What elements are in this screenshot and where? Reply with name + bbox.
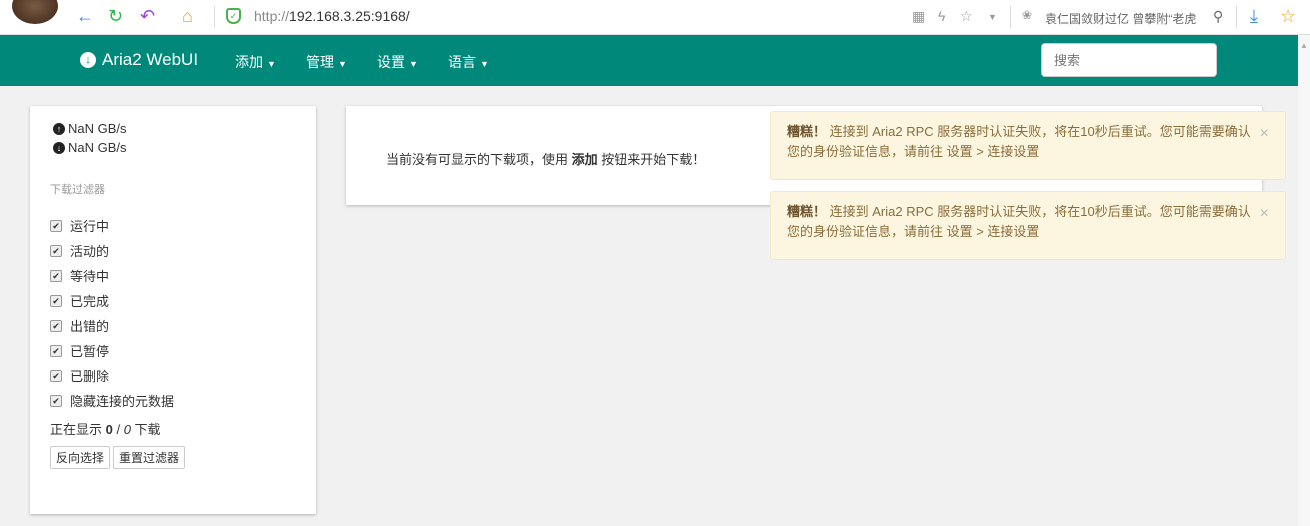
menu-settings[interactable]: 设置 ▼ bbox=[377, 52, 418, 72]
divider bbox=[214, 6, 215, 28]
close-icon[interactable]: × bbox=[1260, 204, 1269, 224]
filter-list: ✔ 运行中 ✔ 活动的 ✔ 等待中 ✔ 已完成 ✔ 出错的 ✔ 已暂停 ✔ 已删除 ✔ 隐藏连接… bbox=[50, 213, 296, 413]
menu-language[interactable]: 语言 ▼ bbox=[448, 52, 489, 72]
address-bar[interactable]: http://192.168.3.25:9168/ bbox=[254, 8, 410, 24]
filter-waiting[interactable]: ✔ 等待中 bbox=[50, 263, 296, 288]
filter-error[interactable]: ✔ 出错的 bbox=[50, 313, 296, 338]
checkbox-checked-icon[interactable]: ✔ bbox=[50, 394, 62, 407]
search-icon[interactable]: ⚲ bbox=[1213, 8, 1223, 25]
reload-icon[interactable]: ↻ bbox=[108, 6, 123, 26]
download-icon[interactable]: ⤓ bbox=[1250, 6, 1258, 26]
checkbox-checked-icon[interactable]: ✔ bbox=[50, 369, 62, 382]
filter-complete[interactable]: ✔ 已完成 bbox=[50, 288, 296, 313]
shield-icon: ✓ bbox=[226, 8, 241, 24]
qr-icon[interactable]: ▦ bbox=[912, 8, 925, 25]
user-avatar[interactable] bbox=[12, 0, 58, 24]
checkbox-checked-icon[interactable]: ✔ bbox=[50, 344, 62, 357]
back-icon[interactable]: ← bbox=[76, 6, 94, 26]
divider bbox=[1010, 6, 1011, 28]
browser-toolbar: ← ↻ ↶ ⌂ ✓ http://192.168.3.25:9168/ ▦ ϟ … bbox=[0, 0, 1310, 35]
scrollbar[interactable]: ▲ bbox=[1298, 35, 1310, 526]
upload-speed: ↑ NaN GB/s bbox=[50, 119, 296, 138]
filter-active[interactable]: ✔ 活动的 bbox=[50, 238, 296, 263]
caret-down-icon: ▼ bbox=[480, 59, 489, 69]
scroll-up-icon[interactable]: ▲ bbox=[1300, 41, 1308, 50]
error-alert: 糟糕！ 连接到 Aria2 RPC 服务器时认证失败，将在10秒后重试。您可能需… bbox=[770, 191, 1286, 260]
caret-down-icon: ▼ bbox=[409, 59, 418, 69]
chevron-down-icon[interactable]: ▼ bbox=[988, 12, 997, 22]
close-icon[interactable]: × bbox=[1260, 124, 1269, 144]
home-icon[interactable]: ⌂ bbox=[182, 6, 193, 26]
invert-selection-button[interactable]: 反向选择 bbox=[50, 446, 111, 469]
filter-hide-metadata[interactable]: ✔ 隐藏连接的元数据 bbox=[50, 388, 296, 413]
caret-down-icon: ▼ bbox=[267, 59, 276, 69]
arrow-up-circle-icon: ↑ bbox=[53, 122, 65, 135]
filter-title: 下载过滤器 bbox=[50, 184, 105, 196]
caret-down-icon: ▼ bbox=[338, 59, 347, 69]
filter-running[interactable]: ✔ 运行中 bbox=[50, 213, 296, 238]
divider bbox=[1236, 6, 1237, 28]
navbar: ↓ Aria2 WebUI 添加 ▼ 管理 ▼ 设置 ▼ 语言 ▼ bbox=[0, 35, 1298, 86]
checkbox-checked-icon[interactable]: ✔ bbox=[50, 244, 62, 257]
search-suggestion[interactable]: 袁仁国敛财过亿 曾攀附“老虎 bbox=[1045, 10, 1196, 27]
lightning-icon[interactable]: ϟ bbox=[938, 8, 945, 24]
menu-add[interactable]: 添加 ▼ bbox=[235, 52, 276, 72]
checkbox-checked-icon[interactable]: ✔ bbox=[50, 294, 62, 307]
arrow-down-circle-icon: ↓ bbox=[53, 141, 65, 154]
sidebar: ↑ NaN GB/s ↓ NaN GB/s 下载过滤器 ✔ 运行中 ✔ 活动的 ✔ 等待中… bbox=[30, 106, 316, 514]
brand-link[interactable]: ↓ Aria2 WebUI bbox=[80, 50, 198, 70]
download-speed: ↓ NaN GB/s bbox=[50, 138, 296, 157]
download-circle-icon: ↓ bbox=[80, 52, 96, 68]
error-alert: 糟糕！ 连接到 Aria2 RPC 服务器时认证失败，将在10秒后重试。您可能需… bbox=[770, 111, 1286, 180]
filter-removed[interactable]: ✔ 已删除 bbox=[50, 363, 296, 388]
menu-manage[interactable]: 管理 ▼ bbox=[306, 52, 347, 72]
checkbox-checked-icon[interactable]: ✔ bbox=[50, 219, 62, 232]
download-count: 正在显示 0 / 0 下载 bbox=[50, 422, 161, 437]
undo-icon[interactable]: ↶ bbox=[140, 6, 155, 26]
checkbox-checked-icon[interactable]: ✔ bbox=[50, 319, 62, 332]
star-outline-icon[interactable]: ☆ bbox=[960, 8, 973, 25]
reset-filters-button[interactable]: 重置过滤器 bbox=[113, 446, 186, 469]
empty-message: 当前没有可显示的下载项，使用 添加 按钮来开始下载！ bbox=[386, 152, 706, 167]
favorite-star-icon[interactable]: ☆ bbox=[1280, 6, 1296, 26]
filter-paused[interactable]: ✔ 已暂停 bbox=[50, 338, 296, 363]
search-input[interactable] bbox=[1041, 43, 1217, 77]
paw-icon: ❀ bbox=[1022, 8, 1033, 22]
checkbox-checked-icon[interactable]: ✔ bbox=[50, 269, 62, 282]
